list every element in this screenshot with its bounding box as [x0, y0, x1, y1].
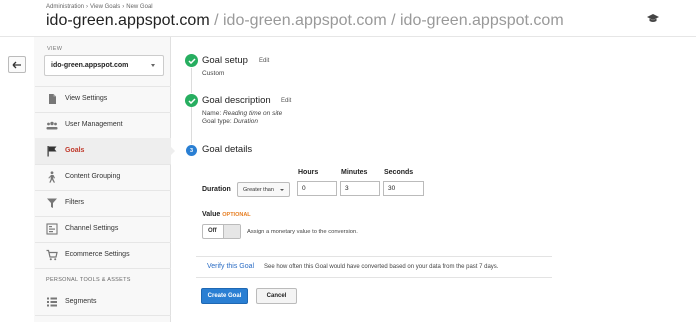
- nav-divider: [35, 315, 171, 316]
- value-help-text: Assign a monetary value to the conversio…: [247, 229, 358, 235]
- section-label-personal-tools: PERSONAL TOOLS & ASSETS: [46, 277, 131, 283]
- sidebar-item-ecommerce-settings[interactable]: Ecommerce Settings: [35, 242, 171, 268]
- document-icon: [49, 94, 56, 104]
- value-toggle-knob: [224, 225, 240, 238]
- sidebar-item-channel-settings[interactable]: Channel Settings: [35, 216, 171, 242]
- step-complete-check-icon: [185, 94, 198, 107]
- active-item-pointer: [170, 146, 175, 156]
- nav-divider: [35, 268, 171, 269]
- seconds-input[interactable]: 30: [383, 181, 424, 196]
- step-goal-setup-title: Goal setup: [202, 55, 248, 66]
- duration-operator-select[interactable]: Greater than: [237, 182, 290, 197]
- person-walking-icon: [48, 171, 55, 183]
- chevron-down-icon: [280, 189, 284, 191]
- view-selector[interactable]: ido-green.appspot.com: [44, 55, 164, 76]
- users-icon: [46, 121, 58, 130]
- goal-setup-edit-link[interactable]: Edit: [259, 58, 269, 64]
- sidebar-item-segments[interactable]: Segments: [35, 289, 171, 315]
- page-title-path: / ido-green.appspot.com / ido-green.apps…: [209, 12, 564, 29]
- breadcrumb: Administration › View Goals › New Goal: [46, 4, 153, 10]
- cart-icon: [46, 249, 58, 261]
- funnel-icon: [47, 198, 57, 208]
- sidebar-item-content-grouping[interactable]: Content Grouping: [35, 164, 171, 190]
- chevron-down-icon: [151, 64, 155, 67]
- duration-label: Duration: [202, 186, 231, 193]
- goal-type-summary: Goal type: Duration: [202, 118, 259, 125]
- breadcrumb-item-new-goal: New Goal: [126, 4, 153, 10]
- hours-label: Hours: [298, 169, 319, 176]
- verify-description: See how often this Goal would have conve…: [264, 264, 499, 270]
- step-complete-check-icon: [185, 54, 198, 67]
- page-title: ido-green.appspot.com / ido-green.appspo…: [46, 12, 564, 30]
- graduation-cap-icon[interactable]: [647, 14, 659, 24]
- step-connector: [191, 68, 192, 93]
- sidebar-item-view-settings[interactable]: View Settings: [35, 86, 171, 112]
- minutes-label: Minutes: [341, 169, 368, 176]
- page-title-account: ido-green.appspot.com: [46, 12, 210, 29]
- step-goal-description-title: Goal description: [202, 95, 271, 106]
- channel-icon: [46, 223, 58, 235]
- breadcrumb-item-view-goals[interactable]: View Goals: [90, 4, 120, 10]
- back-button[interactable]: [8, 56, 26, 73]
- cancel-button[interactable]: Cancel: [256, 288, 297, 304]
- goal-type-value: Duration: [233, 118, 259, 125]
- step-connector: [191, 107, 192, 144]
- sidebar-item-goals[interactable]: Goals: [35, 138, 171, 164]
- optional-tag: OPTIONAL: [222, 212, 251, 218]
- view-selector-value: ido-green.appspot.com: [51, 62, 129, 69]
- step-goal-details-title: Goal details: [202, 144, 253, 155]
- step-number-badge: 3: [186, 145, 197, 156]
- arrow-left-icon: [12, 61, 21, 68]
- goal-name-value: Reading time on site: [222, 110, 283, 117]
- flag-icon: [47, 146, 57, 157]
- goal-setup-detail: Custom: [202, 70, 225, 77]
- hours-input[interactable]: 0: [297, 181, 337, 196]
- value-toggle[interactable]: Off: [202, 224, 241, 239]
- minutes-input[interactable]: 3: [340, 181, 380, 196]
- value-toggle-state: Off: [203, 225, 224, 238]
- breadcrumb-item-administration[interactable]: Administration: [46, 4, 84, 10]
- segments-icon: [47, 297, 57, 307]
- goal-name-summary: Name: Reading time on site: [202, 110, 283, 117]
- create-goal-button[interactable]: Create Goal: [201, 288, 248, 304]
- goal-description-edit-link[interactable]: Edit: [281, 98, 291, 104]
- verify-goal-link[interactable]: Verify this Goal: [207, 263, 254, 270]
- value-label: Value OPTIONAL: [202, 211, 251, 218]
- seconds-label: Seconds: [384, 169, 414, 176]
- sidebar-item-filters[interactable]: Filters: [35, 190, 171, 216]
- sidebar-item-user-management[interactable]: User Management: [35, 112, 171, 138]
- view-label: VIEW: [47, 46, 63, 52]
